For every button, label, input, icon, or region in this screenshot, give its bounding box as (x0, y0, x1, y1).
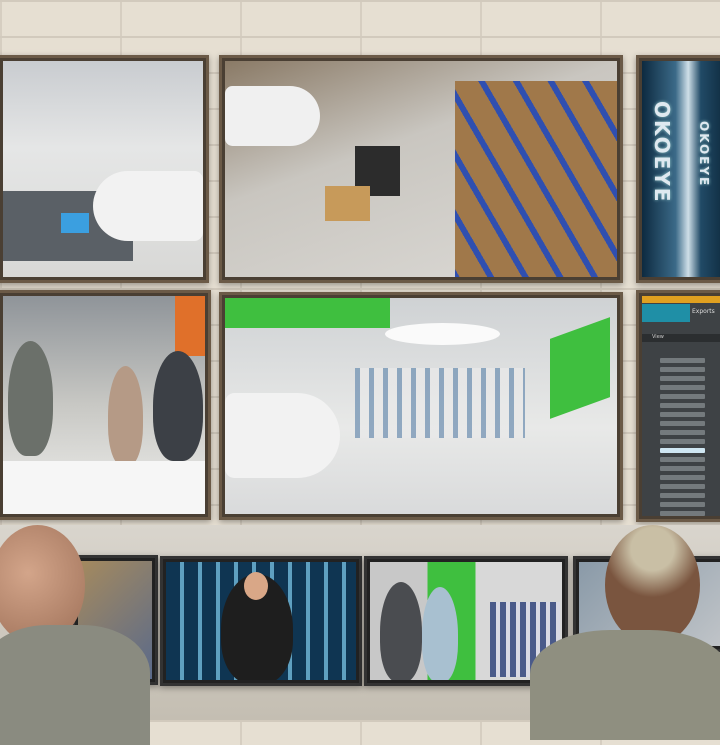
okoeye-logo: OKOEYE (650, 101, 674, 204)
desk-monitor-datacenter (160, 556, 362, 686)
customer (153, 351, 203, 461)
customer (8, 341, 53, 456)
tab-exports[interactable]: Exports (692, 308, 715, 315)
person (422, 587, 458, 680)
pallet-boxes (325, 186, 370, 221)
security-camera (225, 86, 320, 146)
green-wall (550, 317, 610, 419)
security-camera (93, 171, 203, 241)
operator-right-body (530, 630, 720, 740)
monitor-phone-store-feed (0, 290, 211, 520)
security-camera (225, 393, 340, 478)
person (380, 582, 422, 680)
warehouse-racks (455, 81, 617, 277)
operator-right-head (605, 525, 700, 645)
monitor-brand-feed: OKOEYE OKOEYE (636, 55, 720, 283)
monitor-screen (61, 213, 89, 233)
customer (108, 366, 143, 466)
operator-left-body (0, 625, 150, 745)
orange-pillar (175, 296, 205, 356)
view-label: View (652, 334, 664, 340)
okoeye-logo-small: OKOEYE (697, 121, 711, 188)
display-table (3, 461, 205, 514)
green-wall (225, 298, 390, 328)
vms-header-bar (642, 296, 720, 303)
tab-feeds[interactable] (642, 304, 690, 322)
ceiling-light (385, 323, 500, 345)
monitor-warehouse-feed (219, 55, 623, 283)
camera-tree[interactable] (660, 354, 705, 516)
monitor-vms-software: Exports View (636, 290, 720, 522)
clothing-racks (355, 368, 525, 438)
view-section[interactable]: View (642, 334, 720, 342)
monitor-lobby-feed (0, 55, 209, 283)
presenter-head (244, 572, 268, 600)
monitor-clothing-store-feed (219, 292, 623, 520)
